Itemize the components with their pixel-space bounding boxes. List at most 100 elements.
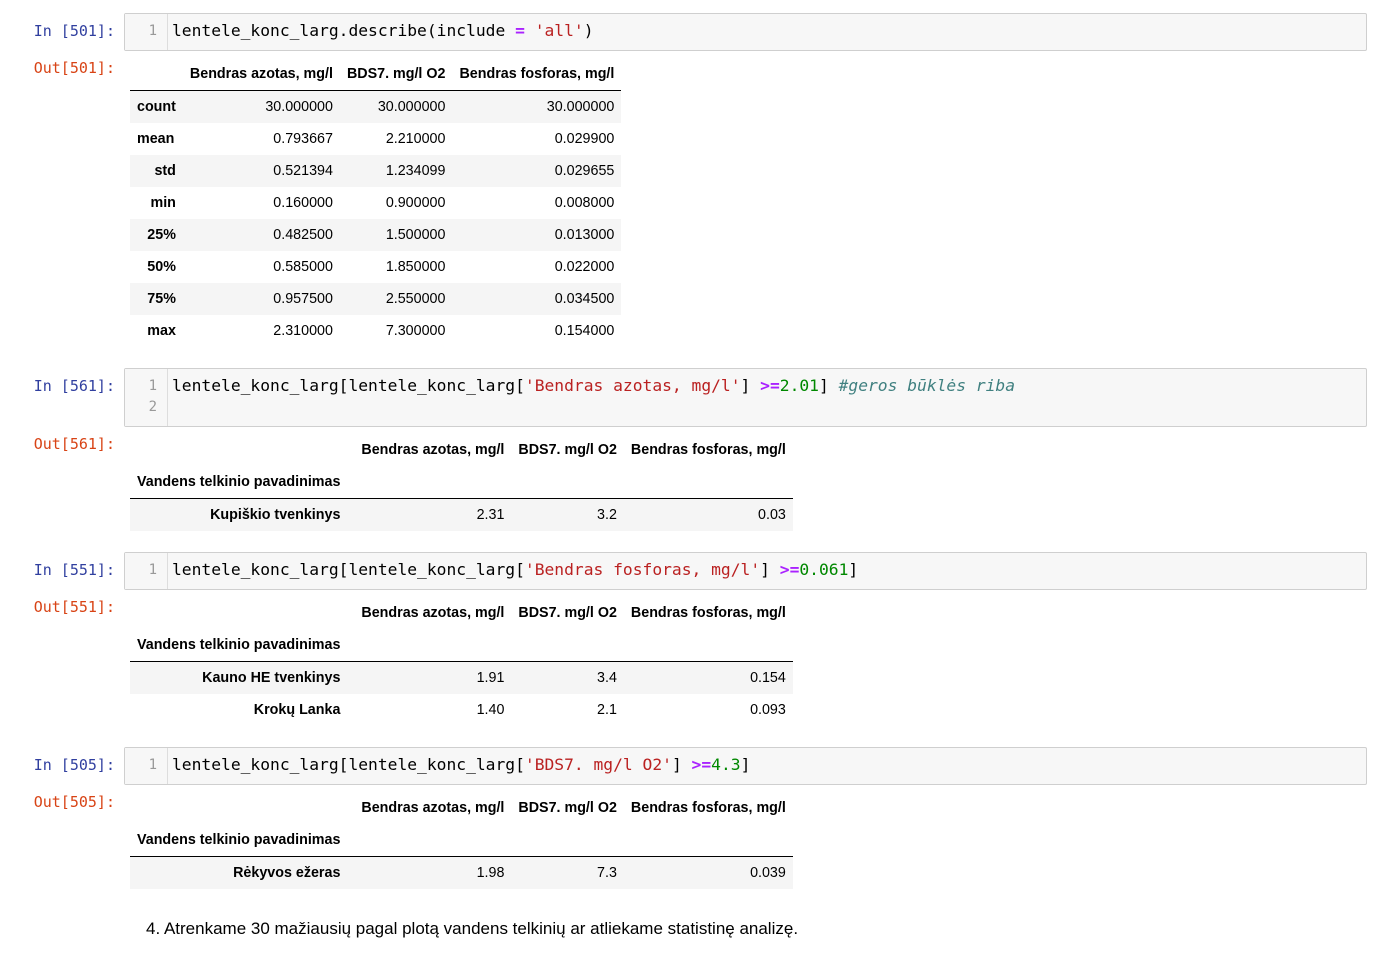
index-name-header: Vandens telkinio pavadinimas [130, 824, 348, 857]
line-number: 1 [148, 757, 157, 773]
column-header: Bendras fosforas, mg/l [630, 800, 786, 816]
row-index: std [154, 163, 176, 179]
table-cell: 1.98 [476, 865, 505, 881]
column-header: Bendras azotas, mg/l [361, 442, 505, 458]
output-prompt: Out[551]: [33, 598, 115, 616]
table-cell: 0.039 [750, 865, 786, 881]
table-cell: 0.900000 [385, 195, 446, 211]
table-cell: 1.500000 [385, 227, 446, 243]
output-prompt: Out[505]: [33, 793, 115, 811]
table-cell: 2.1 [597, 702, 617, 718]
table-cell: 0.482500 [273, 227, 333, 243]
code-editor[interactable]: 1 2 lentele_konc_larg[lentele_konc_larg[… [124, 368, 1367, 427]
table-corner [130, 597, 347, 629]
column-header: Bendras azotas, mg/l [361, 800, 505, 816]
table-row: Rėkyvos ežeras 1.98 7.3 0.039 [130, 856, 793, 889]
describe-table: Bendras azotas, mg/l BDS7. mg/l O2 Bendr… [130, 58, 622, 347]
code-editor[interactable]: 1 lentele_konc_larg.describe(include = '… [124, 13, 1367, 51]
table-cell: 30.000000 [377, 99, 446, 115]
table-cell: 0.793667 [273, 131, 333, 147]
table-cell: 0.03 [758, 507, 786, 523]
code-line[interactable]: lentele_konc_larg.describe(include = 'al… [172, 21, 594, 40]
table-row: min 0.160000 0.900000 0.008000 [130, 187, 621, 219]
table-cell: 30.000000 [265, 99, 333, 115]
column-header: Bendras fosforas, mg/l [630, 605, 786, 621]
row-index: max [147, 323, 176, 339]
column-header: Bendras fosforas, mg/l [630, 442, 786, 458]
table-cell: 7.300000 [385, 323, 446, 339]
code-line[interactable]: lentele_konc_larg[lentele_konc_larg['Ben… [172, 560, 858, 579]
index-name-header: Vandens telkinio pavadinimas [130, 629, 348, 662]
column-header: Bendras azotas, mg/l [361, 605, 505, 621]
table-corner [130, 58, 183, 91]
table-cell: 7.3 [597, 865, 617, 881]
filter-result-table: Bendras azotas, mg/l BDS7. mg/l O2 Bendr… [130, 597, 793, 726]
input-prompt: In [551]: [33, 561, 115, 579]
table-cell: 1.91 [476, 670, 505, 686]
table-cell: 0.521394 [273, 163, 333, 179]
row-index: Krokų Lanka [253, 702, 341, 718]
row-index: Kupiškio tvenkinys [210, 507, 341, 523]
table-cell: 0.008000 [554, 195, 615, 211]
table-cell: 0.093 [750, 702, 786, 718]
column-header: BDS7. mg/l O2 [518, 800, 617, 816]
row-index: count [137, 99, 176, 115]
table-cell: 0.029900 [554, 131, 615, 147]
line-number-gutter: 1 [125, 14, 168, 50]
row-index: Rėkyvos ežeras [233, 865, 341, 881]
table-cell: 30.000000 [546, 99, 615, 115]
table-cell: 0.022000 [554, 259, 615, 275]
line-number: 1 [148, 562, 157, 578]
table-cell: 0.154 [750, 670, 786, 686]
table-cell: 0.957500 [273, 291, 333, 307]
row-index: Kauno HE tvenkinys [202, 670, 341, 686]
table-row: std 0.521394 1.234099 0.029655 [130, 155, 622, 187]
column-header: BDS7. mg/l O2 [518, 442, 617, 458]
line-number: 2 [148, 399, 157, 415]
output-prompt: Out[561]: [33, 435, 115, 453]
line-number: 1 [148, 378, 157, 394]
line-number: 1 [148, 23, 157, 39]
line-number-gutter: 1 2 [125, 369, 168, 426]
markdown-text: 4. Atrenkame 30 mažiausių pagal plotą va… [146, 919, 799, 938]
table-row: 25% 0.482500 1.500000 0.013000 [130, 219, 622, 251]
filter-result-table: Bendras azotas, mg/l BDS7. mg/l O2 Bendr… [130, 434, 793, 531]
row-index: 25% [147, 227, 176, 243]
code-line[interactable]: lentele_konc_larg[lentele_konc_larg['BDS… [172, 755, 750, 774]
column-header: Bendras azotas, mg/l [182, 58, 340, 91]
column-header: BDS7. mg/l O2 [339, 58, 453, 91]
table-row: Krokų Lanka 1.40 2.1 0.093 [130, 694, 793, 726]
table-corner [130, 792, 347, 824]
table-row: 75% 0.957500 2.550000 0.034500 [130, 283, 622, 315]
row-index: mean [137, 131, 175, 147]
table-cell: 1.850000 [385, 259, 446, 275]
table-row: mean 0.793667 2.210000 0.029900 [130, 123, 621, 155]
table-cell: 1.40 [476, 702, 505, 718]
table-cell: 3.2 [597, 507, 617, 523]
table-corner [130, 434, 347, 466]
line-number-gutter: 1 [125, 748, 168, 784]
table-cell: 0.154000 [554, 323, 615, 339]
table-row: Kauno HE tvenkinys 1.91 3.4 0.154 [130, 661, 793, 694]
input-prompt: In [561]: [33, 377, 115, 395]
table-cell: 1.234099 [385, 163, 446, 179]
code-editor[interactable]: 1 lentele_konc_larg[lentele_konc_larg['B… [124, 552, 1367, 590]
code-editor[interactable]: 1 lentele_konc_larg[lentele_konc_larg['B… [124, 747, 1367, 785]
table-cell: 0.029655 [554, 163, 615, 179]
code-line[interactable]: lentele_konc_larg[lentele_konc_larg['Ben… [172, 376, 1015, 395]
table-cell: 2.310000 [273, 323, 333, 339]
table-cell: 0.013000 [554, 227, 615, 243]
table-cell: 2.550000 [385, 291, 446, 307]
table-cell: 0.034500 [554, 291, 615, 307]
row-index: 50% [147, 259, 176, 275]
table-cell: 0.160000 [273, 195, 333, 211]
table-row: 50% 0.585000 1.850000 0.022000 [130, 251, 621, 283]
table-cell: 0.585000 [273, 259, 333, 275]
column-header: BDS7. mg/l O2 [518, 605, 617, 621]
table-row: Kupiškio tvenkinys 2.31 3.2 0.03 [130, 498, 793, 531]
input-prompt: In [505]: [33, 756, 115, 774]
row-index: 75% [147, 291, 176, 307]
table-row: count 30.000000 30.000000 30.000000 [130, 90, 622, 123]
output-prompt: Out[501]: [33, 59, 115, 77]
column-header: Bendras fosforas, mg/l [452, 58, 622, 91]
